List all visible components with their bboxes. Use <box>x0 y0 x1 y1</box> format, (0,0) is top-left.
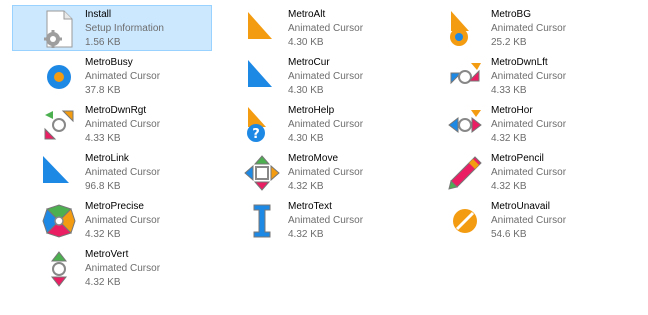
file-type: Animated Cursor <box>491 167 567 178</box>
busy-cursor-icon <box>39 57 79 97</box>
file-item-metrohor[interactable]: MetroHor Animated Cursor 4.32 KB <box>418 101 618 147</box>
file-name: MetroPrecise <box>85 201 144 212</box>
file-item-metrovert[interactable]: MetroVert Animated Cursor 4.32 KB <box>12 245 212 291</box>
file-name: MetroVert <box>85 249 129 260</box>
file-size: 4.30 KB <box>288 133 324 144</box>
file-name: MetroMove <box>288 153 339 164</box>
file-item-metrounavail[interactable]: MetroUnavail Animated Cursor 54.6 KB <box>418 197 618 243</box>
pencil-cursor-icon <box>445 153 485 193</box>
unavailable-cursor-icon <box>445 201 485 241</box>
help-cursor-icon: ? <box>242 105 282 145</box>
file-size: 4.32 KB <box>288 229 324 240</box>
file-size: 1.56 KB <box>85 37 121 48</box>
file-type: Animated Cursor <box>288 119 364 130</box>
file-item-metrobusy[interactable]: MetroBusy Animated Cursor 37.8 KB <box>12 53 212 99</box>
file-size: 4.32 KB <box>85 229 121 240</box>
file-name: MetroText <box>288 201 332 212</box>
file-item-metrodwnrgt[interactable]: MetroDwnRgt Animated Cursor 4.33 KB <box>12 101 212 147</box>
file-size: 4.32 KB <box>85 277 121 288</box>
arrow-cursor-icon <box>242 57 282 97</box>
file-type: Animated Cursor <box>288 167 364 178</box>
file-name: MetroDwnLft <box>491 57 548 68</box>
file-type: Animated Cursor <box>288 215 364 226</box>
file-type: Animated Cursor <box>491 119 567 130</box>
file-size: 25.2 KB <box>491 37 527 48</box>
file-item-metrotext[interactable]: MetroText Animated Cursor 4.32 KB <box>215 197 415 243</box>
file-size: 4.32 KB <box>491 133 527 144</box>
file-name: MetroLink <box>85 153 129 164</box>
setup-info-file-icon <box>39 9 79 49</box>
file-item-metrodwnlft[interactable]: MetroDwnLft Animated Cursor 4.33 KB <box>418 53 618 99</box>
file-name: MetroBusy <box>85 57 133 68</box>
file-item-metromove[interactable]: MetroMove Animated Cursor 4.32 KB <box>215 149 415 195</box>
file-item-install[interactable]: Install Setup Information 1.56 KB <box>12 5 212 51</box>
svg-text:?: ? <box>252 127 260 142</box>
file-type: Animated Cursor <box>288 23 364 34</box>
text-cursor-icon <box>242 201 282 241</box>
arrow-cursor-icon <box>242 9 282 49</box>
file-item-metroprecise[interactable]: MetroPrecise Animated Cursor 4.32 KB <box>12 197 212 243</box>
link-cursor-icon <box>39 153 79 193</box>
file-name: MetroPencil <box>491 153 544 164</box>
horizontal-resize-cursor-icon <box>445 105 485 145</box>
file-type: Animated Cursor <box>491 71 567 82</box>
file-item-metrobg[interactable]: MetroBG Animated Cursor 25.2 KB <box>418 5 618 51</box>
file-item-metrohelp[interactable]: ? MetroHelp Animated Cursor 4.30 KB <box>215 101 415 147</box>
file-type: Animated Cursor <box>288 71 364 82</box>
file-size: 4.32 KB <box>491 181 527 192</box>
file-name: MetroCur <box>288 57 330 68</box>
file-type: Animated Cursor <box>85 215 161 226</box>
file-type: Setup Information <box>85 23 164 34</box>
file-type: Animated Cursor <box>85 263 161 274</box>
diagonal-resize-left-cursor-icon <box>445 57 485 97</box>
file-name: MetroDwnRgt <box>85 105 147 116</box>
file-type: Animated Cursor <box>85 71 161 82</box>
file-name: MetroAlt <box>288 9 326 20</box>
move-cursor-icon <box>242 153 282 193</box>
diagonal-resize-right-cursor-icon <box>39 105 79 145</box>
file-name: MetroHelp <box>288 105 335 116</box>
file-size: 4.32 KB <box>288 181 324 192</box>
file-name: MetroBG <box>491 9 532 20</box>
precise-cursor-icon <box>39 201 79 241</box>
background-busy-cursor-icon <box>445 9 485 49</box>
vertical-resize-cursor-icon <box>39 249 79 289</box>
file-item-metroalt[interactable]: MetroAlt Animated Cursor 4.30 KB <box>215 5 415 51</box>
file-size: 4.30 KB <box>288 37 324 48</box>
file-item-metrolink[interactable]: MetroLink Animated Cursor 96.8 KB <box>12 149 212 195</box>
file-size: 96.8 KB <box>85 181 121 192</box>
file-name: MetroHor <box>491 105 533 116</box>
file-size: 4.30 KB <box>288 85 324 96</box>
file-size: 54.6 KB <box>491 229 527 240</box>
file-type: Animated Cursor <box>491 23 567 34</box>
file-size: 4.33 KB <box>491 85 527 96</box>
file-size: 37.8 KB <box>85 85 121 96</box>
file-item-metrocur[interactable]: MetroCur Animated Cursor 4.30 KB <box>215 53 415 99</box>
file-item-metropencil[interactable]: MetroPencil Animated Cursor 4.32 KB <box>418 149 618 195</box>
file-type: Animated Cursor <box>85 167 161 178</box>
file-size: 4.33 KB <box>85 133 121 144</box>
file-type: Animated Cursor <box>85 119 161 130</box>
file-name: MetroUnavail <box>491 201 550 212</box>
file-type: Animated Cursor <box>491 215 567 226</box>
file-name: Install <box>85 9 112 20</box>
